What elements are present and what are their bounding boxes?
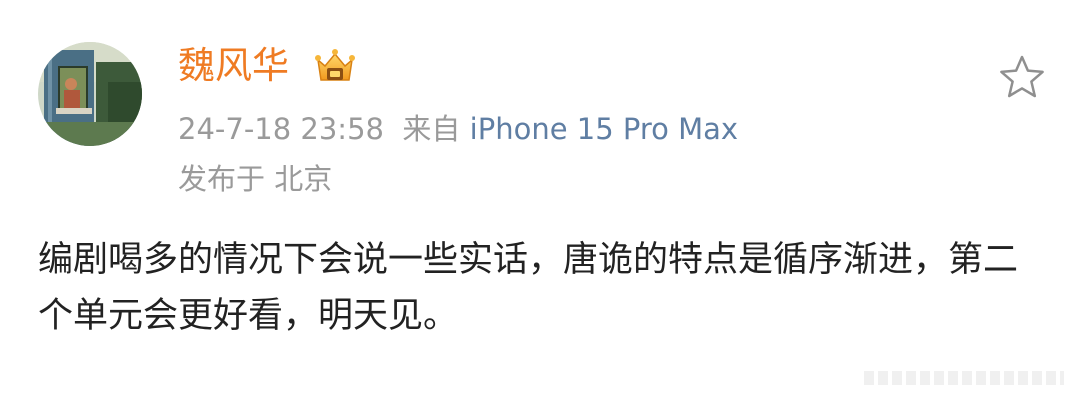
post-location: 发布于 北京 [178, 162, 333, 196]
user-avatar[interactable] [38, 42, 142, 146]
watermark [864, 371, 1064, 385]
source-link[interactable]: iPhone 15 Pro Max [470, 112, 738, 146]
avatar-image [38, 42, 142, 146]
post-timestamp: 24-7-18 23:58 [178, 112, 384, 146]
post-content: 编剧喝多的情况下会说一些实话，唐诡的特点是循序渐进，第二个单元会更好看，明天见。 [38, 240, 1019, 336]
post-meta: 24-7-18 23:58 来自 iPhone 15 Pro Max [178, 108, 738, 150]
vip-crown-badge-icon[interactable] [312, 44, 358, 90]
username[interactable]: 魏风华 [178, 40, 289, 92]
weibo-post-card: 魏风华 24-7-18 23:58 来自 iPhone 15 Pro Max 发… [0, 0, 1080, 401]
source-prefix: 来自 [402, 112, 461, 146]
star-outline-icon[interactable] [998, 54, 1046, 100]
